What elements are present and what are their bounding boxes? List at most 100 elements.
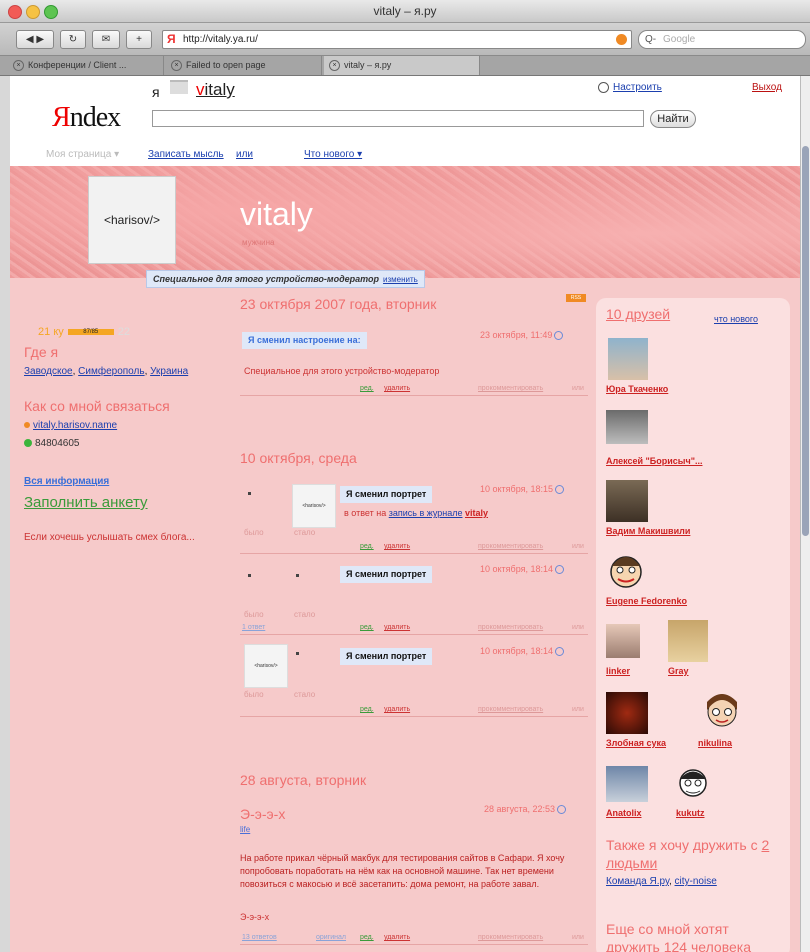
delete-link[interactable]: удалить xyxy=(384,385,410,392)
comment-link[interactable]: прокомментировать xyxy=(478,706,543,713)
user-mini-avatar xyxy=(170,80,188,94)
post-title[interactable]: Э-э-э-х xyxy=(240,806,285,822)
scrollbar-thumb[interactable] xyxy=(802,146,809,536)
comment-link[interactable]: прокомментировать xyxy=(478,624,543,631)
comment-link[interactable]: прокомментировать xyxy=(478,385,543,392)
site-link[interactable]: vitaly.harisov.name xyxy=(33,420,117,431)
post-tag[interactable]: life xyxy=(240,825,250,834)
edit-link[interactable]: ред. xyxy=(360,543,374,550)
tab-close-icon[interactable]: × xyxy=(13,60,24,71)
back-forward-buttons[interactable]: ◀ ▶ xyxy=(16,30,54,49)
friend-name[interactable]: Злобная сука xyxy=(606,738,666,748)
friend-photo[interactable] xyxy=(606,766,648,802)
delete-link[interactable]: удалить xyxy=(384,543,410,550)
logout-link[interactable]: Выход xyxy=(752,82,782,93)
fill-form-link[interactable]: Заполнить анкету xyxy=(24,494,148,511)
portrait-thumb[interactable]: <harisov/> xyxy=(244,644,288,688)
forward-arrow-icon[interactable]: ▶ xyxy=(36,34,44,45)
place-link[interactable]: Заводское xyxy=(24,366,73,377)
permalink-icon[interactable] xyxy=(554,331,564,341)
nav-whats-new[interactable]: Что нового ▾ xyxy=(304,149,362,160)
address-bar[interactable]: Я http://vitaly.ya.ru/ xyxy=(162,30,632,49)
delete-link[interactable]: удалить xyxy=(384,706,410,713)
reply-prefix: в ответ на xyxy=(344,508,387,518)
tab-vitaly[interactable]: × vitaly – я.ру xyxy=(324,56,480,75)
permalink-icon[interactable] xyxy=(555,485,565,495)
rss-icon[interactable] xyxy=(616,34,627,45)
edit-link[interactable]: ред. xyxy=(360,385,374,392)
profile-avatar[interactable]: <harisov/> xyxy=(88,176,176,264)
yandex-logo[interactable]: Яndex xyxy=(52,102,121,134)
friend-photo[interactable] xyxy=(676,764,710,802)
replies-link[interactable]: 13 ответов xyxy=(242,934,277,941)
friend-photo[interactable] xyxy=(606,692,648,734)
wanted-link[interactable]: Команда Я.ру xyxy=(606,876,669,887)
or-text: или xyxy=(572,385,584,392)
friend-name[interactable]: Gray xyxy=(668,666,689,676)
bookmarks-button[interactable]: ✉ xyxy=(92,30,120,49)
portrait-thumb[interactable]: <harisov/> xyxy=(292,484,336,528)
friend-photo[interactable] xyxy=(668,620,708,662)
wanted-link[interactable]: city-noise xyxy=(675,876,717,887)
username-link[interactable]: vitaly xyxy=(196,80,235,100)
settings-link[interactable]: Настроить xyxy=(598,82,662,93)
tab-close-icon[interactable]: × xyxy=(329,60,340,71)
nav-or[interactable]: или xyxy=(236,149,253,160)
place-link[interactable]: Симферополь xyxy=(78,366,144,377)
nav-write-thought[interactable]: Записать мысль xyxy=(148,149,224,160)
comment-link[interactable]: прокомментировать xyxy=(478,934,543,941)
post-end: Э-э-э-х xyxy=(240,912,270,922)
friend-photo[interactable] xyxy=(702,690,742,732)
friend-name[interactable]: linker xyxy=(606,666,630,676)
back-arrow-icon[interactable]: ◀ xyxy=(26,34,34,45)
delete-link[interactable]: удалить xyxy=(384,624,410,631)
find-button[interactable]: Найти xyxy=(650,110,696,128)
search-field[interactable]: Q- Google xyxy=(638,30,806,49)
permalink-icon[interactable] xyxy=(555,565,565,575)
friend-name[interactable]: Anatolix xyxy=(606,808,642,818)
permalink-icon[interactable] xyxy=(557,805,567,815)
nav-my-page[interactable]: Моя страница ▾ xyxy=(46,149,119,160)
friend-photo[interactable] xyxy=(608,338,648,380)
delete-link[interactable]: удалить xyxy=(384,934,410,941)
friends-whats-new[interactable]: что нового xyxy=(714,314,758,324)
friend-name[interactable]: Юра Ткаченко xyxy=(606,384,668,394)
edit-link[interactable]: ред. xyxy=(360,624,374,631)
replies-link[interactable]: 1 ответ xyxy=(242,624,265,631)
friend-photo[interactable] xyxy=(606,624,640,658)
permalink-icon[interactable] xyxy=(555,647,565,657)
edit-link[interactable]: ред. xyxy=(360,934,374,941)
add-bookmark-button[interactable]: + xyxy=(126,30,152,49)
tab-close-icon[interactable]: × xyxy=(171,60,182,71)
rss-badge-icon[interactable]: RSS xyxy=(566,294,586,302)
friend-photo[interactable] xyxy=(608,550,644,590)
comment-link[interactable]: прокомментировать xyxy=(478,543,543,550)
reply-link[interactable]: запись в журнале xyxy=(389,508,463,518)
reload-button[interactable]: ↻ xyxy=(60,30,86,49)
reply-text: в ответ на запись в журнале vitaly xyxy=(344,508,488,518)
yandex-search-input[interactable] xyxy=(152,110,644,127)
mood-change-link[interactable]: изменить xyxy=(383,275,418,284)
tab-conferences[interactable]: × Конференции / Client ... xyxy=(8,56,164,75)
reply-user-link[interactable]: vitaly xyxy=(465,508,488,518)
tab-failed[interactable]: × Failed to open page xyxy=(166,56,322,75)
places: Заводское, Симферополь, Украина xyxy=(24,366,189,377)
friend-photo[interactable] xyxy=(606,480,648,522)
original-link[interactable]: оригинал xyxy=(316,934,346,941)
friend-name[interactable]: Eugene Fedorenko xyxy=(606,596,687,606)
friend-name[interactable]: Вадим Макишвили xyxy=(606,526,690,536)
time-text: 28 августа, 22:53 xyxy=(484,804,556,814)
edit-link[interactable]: ред. xyxy=(360,706,374,713)
vertical-scrollbar[interactable] xyxy=(800,76,810,952)
friend-name[interactable]: nikulina xyxy=(698,738,732,748)
friend-name[interactable]: Алексей "Борисыч"... xyxy=(606,456,702,466)
friends-title[interactable]: 10 друзей xyxy=(606,306,670,322)
icq-number: 84804605 xyxy=(35,438,80,449)
site-row: vitaly.harisov.name xyxy=(24,420,117,431)
friend-name[interactable]: kukutz xyxy=(676,808,705,818)
place-link[interactable]: Украина xyxy=(150,366,188,377)
all-info-link[interactable]: Вся информация xyxy=(24,476,109,487)
settings-label[interactable]: Настроить xyxy=(613,82,662,93)
friend-photo[interactable] xyxy=(606,410,648,444)
address-url[interactable]: http://vitaly.ya.ru/ xyxy=(183,31,258,48)
